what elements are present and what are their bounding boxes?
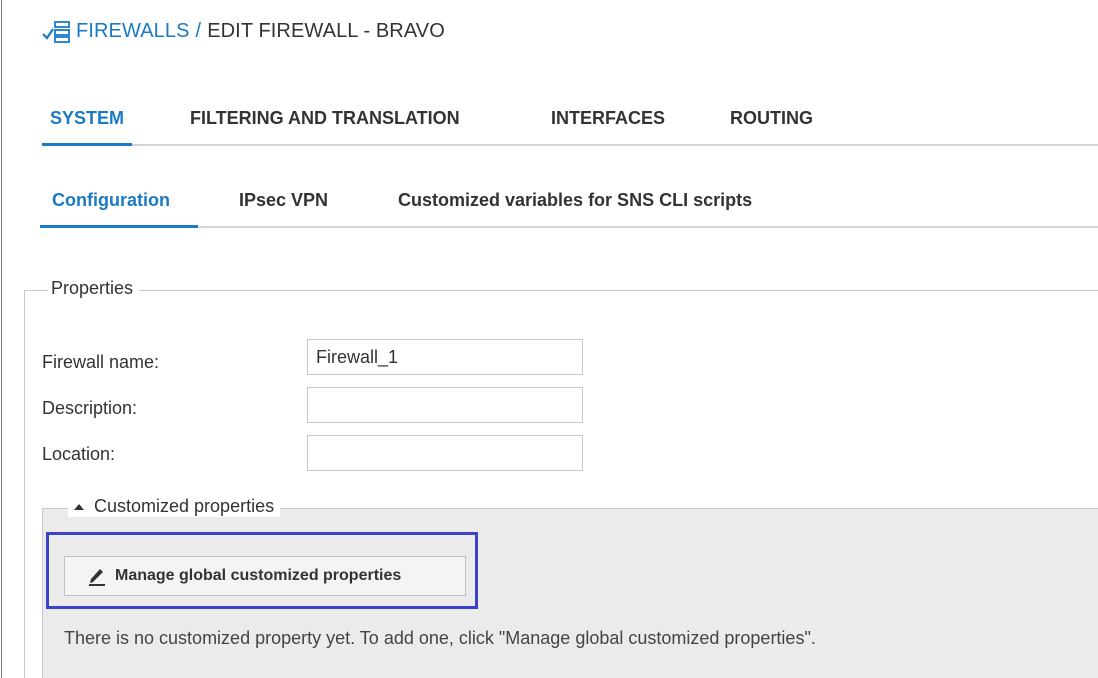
- triangle-up-icon: [74, 503, 84, 510]
- location-input[interactable]: [307, 435, 583, 471]
- tab-filtering-and-translation[interactable]: FILTERING AND TRANSLATION: [190, 100, 460, 144]
- window-border: [1, 0, 2, 678]
- firewall-name-label: Firewall name:: [42, 352, 160, 372]
- breadcrumb: FIREWALLS / EDIT FIREWALL - BRAVO: [42, 20, 445, 43]
- page-title: EDIT FIREWALL - BRAVO: [207, 20, 445, 42]
- breadcrumb-firewalls-link[interactable]: FIREWALLS: [76, 20, 190, 43]
- tab-system[interactable]: SYSTEM: [41, 100, 133, 146]
- description-input[interactable]: [307, 387, 583, 423]
- customized-properties-legend: Customized properties: [94, 496, 275, 516]
- customized-properties-toggle[interactable]: Customized properties: [68, 496, 281, 517]
- firewall-name-input[interactable]: [307, 339, 583, 375]
- subtab-configuration[interactable]: Configuration: [40, 183, 198, 228]
- breadcrumb-separator: /: [195, 20, 202, 42]
- page: FIREWALLS / EDIT FIREWALL - BRAVO SYSTEM…: [0, 0, 1098, 678]
- manage-button-label: Manage global customized properties: [115, 567, 402, 584]
- tab-routing[interactable]: ROUTING: [730, 100, 813, 144]
- properties-legend: Properties: [48, 278, 140, 299]
- sub-tab-bar: Configuration IPsec VPN Customized varia…: [40, 183, 1098, 228]
- location-label: Location:: [42, 444, 116, 464]
- pencil-icon: [89, 569, 105, 586]
- description-label: Description:: [42, 398, 138, 418]
- main-tab-bar: SYSTEM FILTERING AND TRANSLATION INTERFA…: [41, 100, 1098, 146]
- manage-global-customized-properties-button[interactable]: Manage global customized properties: [64, 556, 466, 596]
- subtab-customized-variables[interactable]: Customized variables for SNS CLI scripts: [398, 183, 752, 226]
- tab-interfaces[interactable]: INTERFACES: [551, 100, 665, 144]
- firewall-list-icon: [42, 20, 70, 43]
- no-customized-property-message: There is no customized property yet. To …: [64, 628, 816, 648]
- subtab-ipsec-vpn[interactable]: IPsec VPN: [239, 183, 328, 226]
